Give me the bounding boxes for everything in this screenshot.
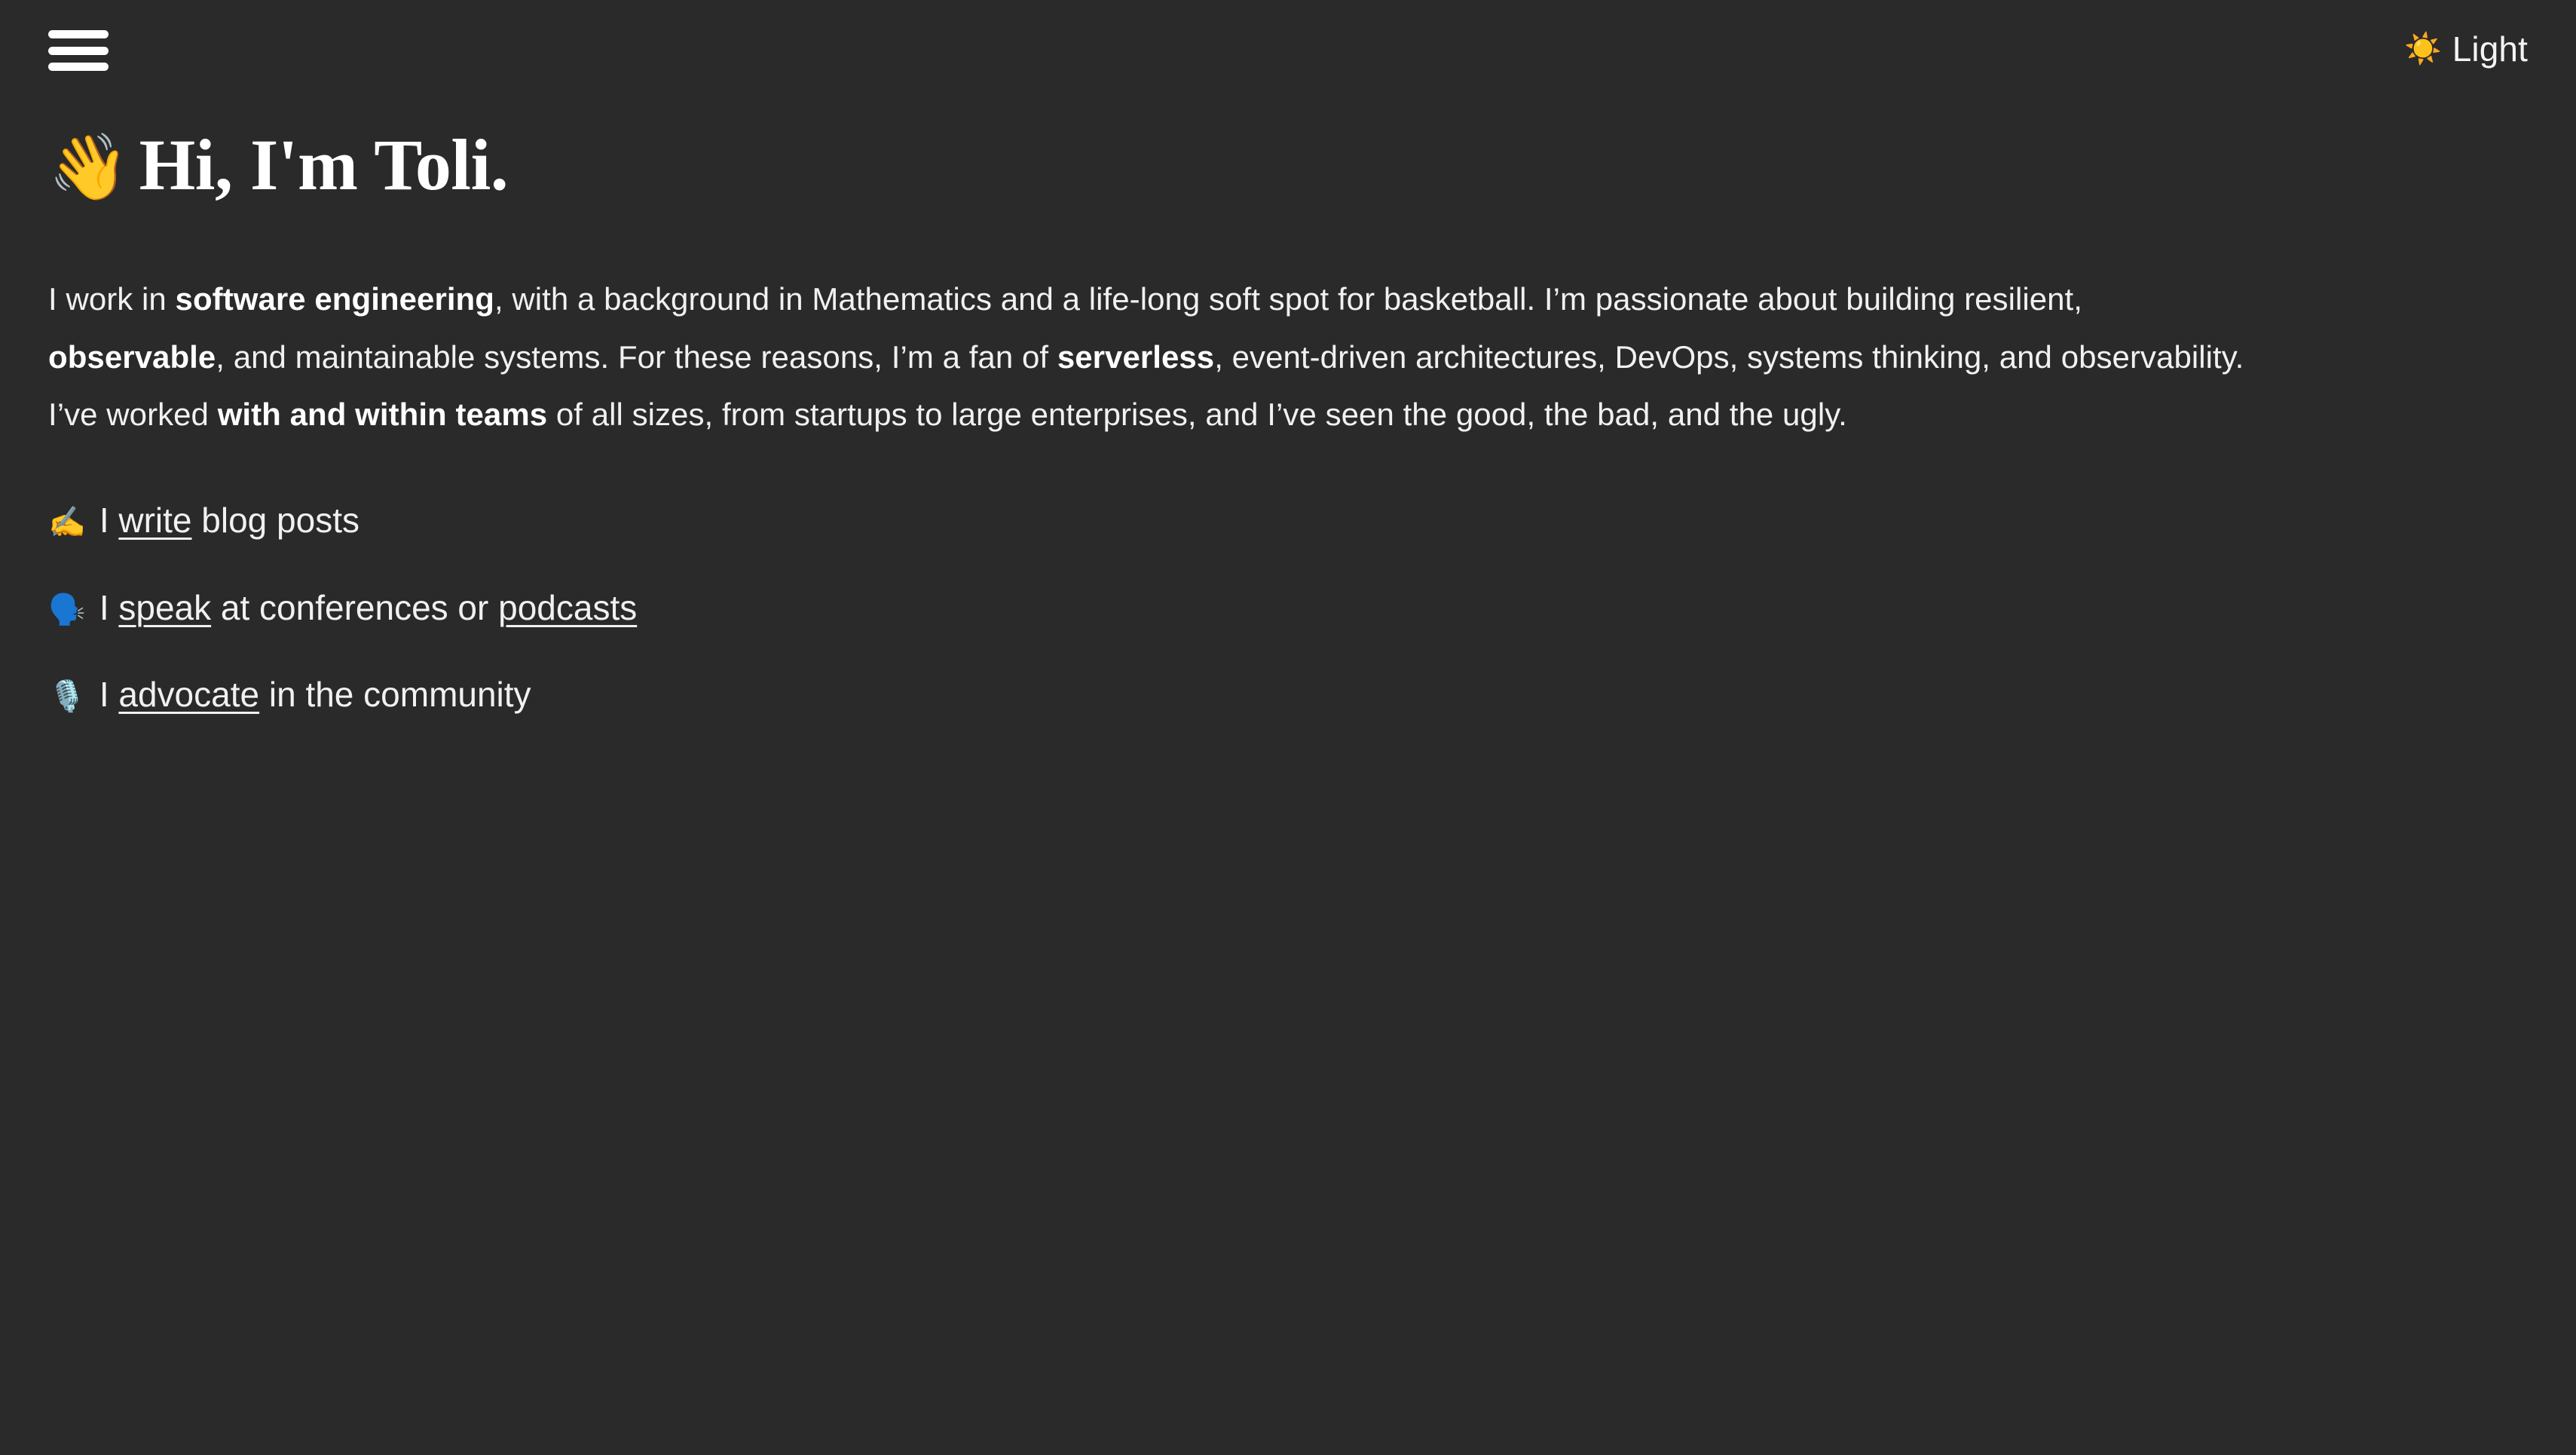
activity-suffix: blog posts xyxy=(191,500,359,540)
intro-part-2: , with a background in Mathematics and a… xyxy=(494,281,2082,317)
studio-microphone-icon: 🎙️ xyxy=(48,679,86,715)
intro-part-5: of all sizes, from startups to large ent… xyxy=(547,397,1847,433)
activity-suffix: in the community xyxy=(259,675,531,715)
activity-prefix: I xyxy=(99,587,119,627)
intro-bold-3: serverless xyxy=(1057,338,1215,375)
activity-prefix: I xyxy=(99,675,119,715)
speaking-head-icon: 🗣️ xyxy=(48,592,86,627)
intro-bold-1: software engineering xyxy=(175,281,494,317)
hamburger-bar-top xyxy=(48,30,109,38)
top-bar: ☀️ Light xyxy=(48,0,2528,98)
activity-text: I speak at conferences or podcasts xyxy=(99,586,637,631)
podcasts-link[interactable]: podcasts xyxy=(498,588,637,627)
page-root: ☀️ Light 👋 Hi, I'm Toli. I work in softwa… xyxy=(0,0,2576,1455)
page-title: 👋 Hi, I'm Toli. xyxy=(48,124,2528,206)
hamburger-bar-middle xyxy=(48,46,109,55)
hamburger-bar-bottom xyxy=(48,63,109,71)
intro-part-3: , and maintainable systems. For these re… xyxy=(216,338,1057,375)
intro-bold-4: with and within teams xyxy=(217,397,548,433)
intro-part-1: I work in xyxy=(48,281,176,317)
advocate-link[interactable]: advocate xyxy=(118,675,259,714)
list-item: 🗣️ I speak at conferences or podcasts xyxy=(48,586,2528,631)
list-item: 🎙️ I advocate in the community xyxy=(48,672,2528,718)
write-link[interactable]: write xyxy=(118,501,191,540)
hamburger-menu-icon[interactable] xyxy=(48,30,109,71)
theme-toggle-button[interactable]: ☀️ Light xyxy=(2404,32,2528,66)
sun-icon: ☀️ xyxy=(2403,32,2442,66)
page-title-text: Hi, I'm Toli. xyxy=(139,124,509,205)
activity-prefix: I xyxy=(99,500,119,540)
intro-bold-2: observable xyxy=(48,338,216,375)
speak-link[interactable]: speak xyxy=(118,588,211,627)
intro-paragraph: I work in software engineering, with a b… xyxy=(48,271,2256,443)
activity-text: I advocate in the community xyxy=(99,672,531,718)
writing-hand-icon: ✍️ xyxy=(48,504,86,540)
theme-toggle-label: Light xyxy=(2452,29,2528,69)
waving-hand-icon: 👋 xyxy=(48,130,129,205)
activity-text: I write blog posts xyxy=(99,498,359,544)
list-item: ✍️ I write blog posts xyxy=(48,498,2528,544)
activities-list: ✍️ I write blog posts 🗣️ I speak at conf… xyxy=(48,498,2528,718)
activity-suffix: at conferences or xyxy=(211,587,499,627)
